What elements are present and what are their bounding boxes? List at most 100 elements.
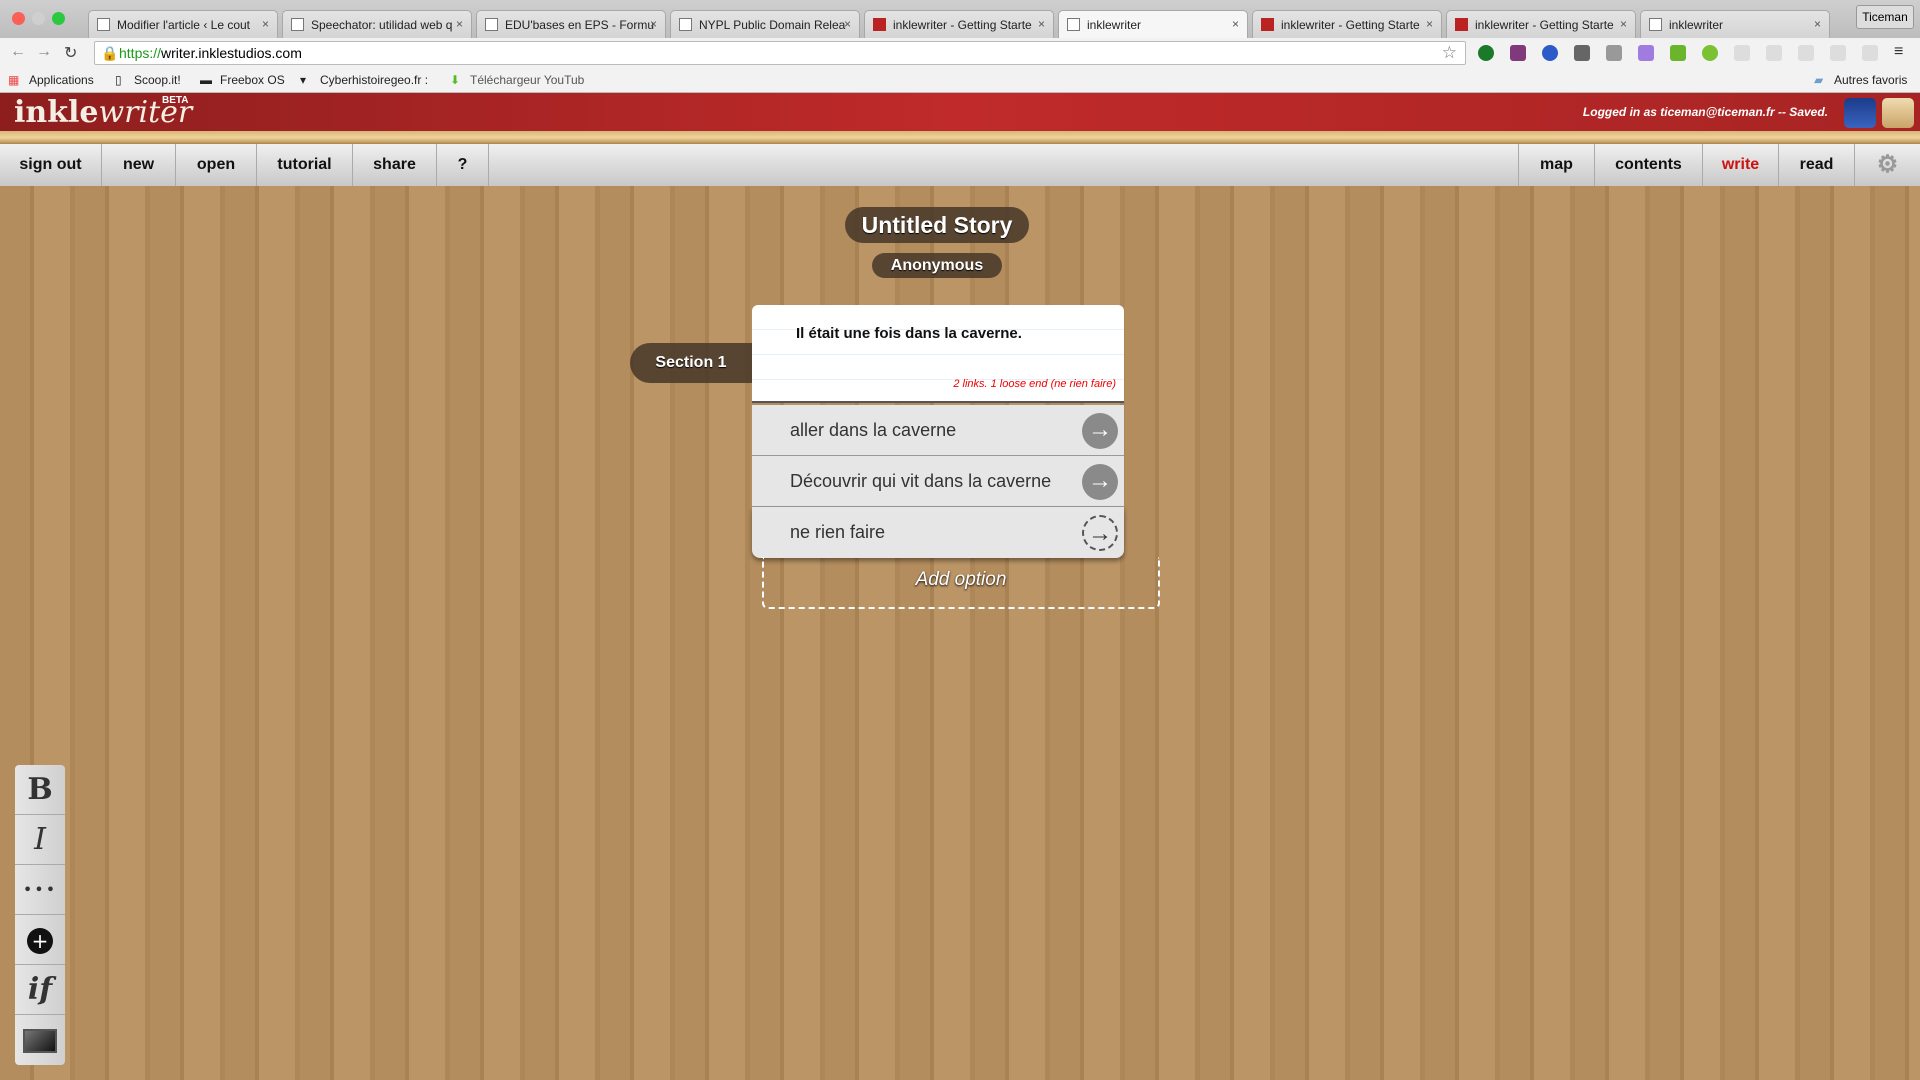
url-input[interactable]: 🔒 https://writer.inklestudios.com ☆ bbox=[94, 41, 1466, 65]
forward-icon[interactable]: → bbox=[36, 43, 52, 61]
bookmark-applications[interactable]: Applications bbox=[29, 73, 94, 87]
n-gray-extension-icon[interactable] bbox=[1798, 45, 1814, 61]
camera-extension-icon[interactable] bbox=[1606, 45, 1622, 61]
user-avatar[interactable] bbox=[1882, 98, 1914, 128]
tab-title: Modifier l'article ‹ Le cout bbox=[117, 18, 251, 32]
feather-extension-icon[interactable] bbox=[1638, 45, 1654, 61]
nav-share[interactable]: share bbox=[353, 144, 437, 186]
bookmark-scoopit[interactable]: Scoop.it! bbox=[134, 73, 181, 87]
loose-end-arrow-icon[interactable]: → bbox=[1082, 515, 1118, 551]
browser-tab[interactable]: NYPL Public Domain Relea × bbox=[670, 10, 860, 38]
future-voices-icon[interactable] bbox=[1844, 98, 1876, 128]
tab-title: inklewriter bbox=[1087, 18, 1142, 32]
browser-tab[interactable]: inklewriter - Getting Starte × bbox=[864, 10, 1054, 38]
condition-if-button[interactable]: if bbox=[15, 965, 65, 1015]
profile-button[interactable]: Ticeman bbox=[1856, 5, 1914, 29]
nav-sign-out[interactable]: sign out bbox=[0, 144, 102, 186]
lock-icon: 🔒 bbox=[101, 45, 119, 61]
browser-tab[interactable]: inklewriter - Getting Starte × bbox=[1252, 10, 1442, 38]
close-tab-icon[interactable]: × bbox=[650, 17, 657, 31]
add-option-button[interactable]: Add option bbox=[762, 557, 1160, 609]
close-tab-icon[interactable]: × bbox=[1232, 17, 1239, 31]
arrow-right-icon[interactable]: → bbox=[1082, 413, 1118, 449]
nav-read[interactable]: read bbox=[1779, 144, 1855, 186]
paragraph-card[interactable]: Il était une fois dans la caverne. 2 lin… bbox=[752, 305, 1124, 403]
option-item[interactable]: ne rien faire → bbox=[752, 507, 1124, 558]
download-arrow-icon: ⬇ bbox=[450, 73, 461, 87]
close-tab-icon[interactable]: × bbox=[1814, 17, 1821, 31]
format-toolbar: B I ••• + if bbox=[15, 765, 65, 1065]
close-tab-icon[interactable]: × bbox=[844, 17, 851, 31]
bookmark-freebox[interactable]: Freebox OS bbox=[220, 73, 285, 87]
divert-button[interactable]: ••• bbox=[15, 865, 65, 915]
browser-tab[interactable]: inklewriter - Getting Starte × bbox=[1446, 10, 1636, 38]
minimize-window-button[interactable] bbox=[32, 12, 45, 25]
plus-circle-icon: + bbox=[27, 928, 53, 954]
download-extension-icon[interactable] bbox=[1478, 45, 1494, 61]
tab-title: EDU'bases en EPS - Formu bbox=[505, 18, 655, 32]
bookmark-star-icon[interactable]: ☆ bbox=[1442, 43, 1457, 63]
browser-tab[interactable]: inklewriter × bbox=[1640, 10, 1830, 38]
browser-tab[interactable]: EDU'bases en EPS - Formu × bbox=[476, 10, 666, 38]
close-tab-icon[interactable]: × bbox=[1620, 17, 1627, 31]
tab-title: inklewriter bbox=[1669, 18, 1724, 32]
cyberhistoire-icon: ▾ bbox=[300, 73, 307, 87]
apps-grid-icon: ▦ bbox=[8, 73, 20, 87]
close-tab-icon[interactable]: × bbox=[456, 17, 463, 31]
n-extension-icon[interactable] bbox=[1574, 45, 1590, 61]
bookmark-cyberhistoiregeo[interactable]: Cyberhistoiregeo.fr : bbox=[320, 73, 428, 87]
nav-new[interactable]: new bbox=[102, 144, 176, 186]
bold-button[interactable]: B bbox=[15, 765, 65, 815]
drive-extension-icon[interactable] bbox=[1766, 45, 1782, 61]
nav-contents[interactable]: contents bbox=[1595, 144, 1703, 186]
close-tab-icon[interactable]: × bbox=[1038, 17, 1045, 31]
maximize-window-button[interactable] bbox=[52, 12, 65, 25]
reload-icon[interactable]: ↻ bbox=[64, 43, 77, 63]
server-extension-icon[interactable] bbox=[1830, 45, 1846, 61]
close-tab-icon[interactable]: × bbox=[1426, 17, 1433, 31]
menu-icon[interactable]: ≡ bbox=[1894, 43, 1903, 61]
print-extension-icon[interactable] bbox=[1670, 45, 1686, 61]
nav-open[interactable]: open bbox=[176, 144, 257, 186]
browser-tab[interactable]: Modifier l'article ‹ Le cout × bbox=[88, 10, 278, 38]
nav-tutorial[interactable]: tutorial bbox=[257, 144, 353, 186]
settings-gear-icon[interactable]: ⚙ bbox=[1855, 144, 1920, 186]
page-icon bbox=[1649, 18, 1662, 31]
page-icon bbox=[97, 18, 110, 31]
close-tab-icon[interactable]: × bbox=[262, 17, 269, 31]
option-item[interactable]: Découvrir qui vit dans la caverne → bbox=[752, 456, 1124, 507]
green-dot-extension-icon[interactable] bbox=[1702, 45, 1718, 61]
k-extension-icon[interactable] bbox=[1542, 45, 1558, 61]
browser-tab[interactable]: inklewriter × bbox=[1058, 10, 1248, 38]
folder-icon: ▰ bbox=[1814, 73, 1824, 87]
inkle-icon bbox=[1261, 18, 1274, 31]
tab-title: NYPL Public Domain Relea bbox=[699, 18, 846, 32]
option-label[interactable]: Découvrir qui vit dans la caverne bbox=[790, 471, 1051, 491]
gif-extension-icon[interactable] bbox=[1734, 45, 1750, 61]
page-icon: ▯ bbox=[115, 73, 122, 87]
onenote-extension-icon[interactable] bbox=[1510, 45, 1526, 61]
header-wood-strip bbox=[0, 131, 1920, 144]
close-window-button[interactable] bbox=[12, 12, 25, 25]
bookmark-telechargeur[interactable]: Téléchargeur YouTub bbox=[470, 73, 584, 87]
italic-button[interactable]: I bbox=[15, 815, 65, 865]
option-item[interactable]: aller dans la caverne → bbox=[752, 405, 1124, 456]
nav-map[interactable]: map bbox=[1518, 144, 1595, 186]
paragraph-text[interactable]: Il était une fois dans la caverne. bbox=[796, 325, 1022, 342]
arrow-right-icon[interactable]: → bbox=[1082, 464, 1118, 500]
nav-help[interactable]: ? bbox=[437, 144, 489, 186]
tab-title: inklewriter - Getting Starte bbox=[893, 18, 1032, 32]
bookmark-other[interactable]: Autres favoris bbox=[1834, 73, 1907, 87]
back-icon[interactable]: ← bbox=[10, 43, 26, 61]
bookmarks-bar: ▦ Applications ▯ Scoop.it! ▬ Freebox OS … bbox=[0, 68, 1920, 93]
story-title[interactable]: Untitled Story bbox=[845, 207, 1029, 243]
browser-tab[interactable]: Speechator: utilidad web q × bbox=[282, 10, 472, 38]
nav-write[interactable]: write bbox=[1703, 144, 1779, 186]
story-author[interactable]: Anonymous bbox=[872, 253, 1002, 278]
image-button[interactable] bbox=[15, 1015, 65, 1065]
option-label[interactable]: aller dans la caverne bbox=[790, 420, 956, 440]
section-label[interactable]: Section 1 bbox=[630, 343, 770, 383]
option-label[interactable]: ne rien faire bbox=[790, 522, 885, 542]
add-marker-button[interactable]: + bbox=[15, 915, 65, 965]
rss-extension-icon[interactable] bbox=[1862, 45, 1878, 61]
